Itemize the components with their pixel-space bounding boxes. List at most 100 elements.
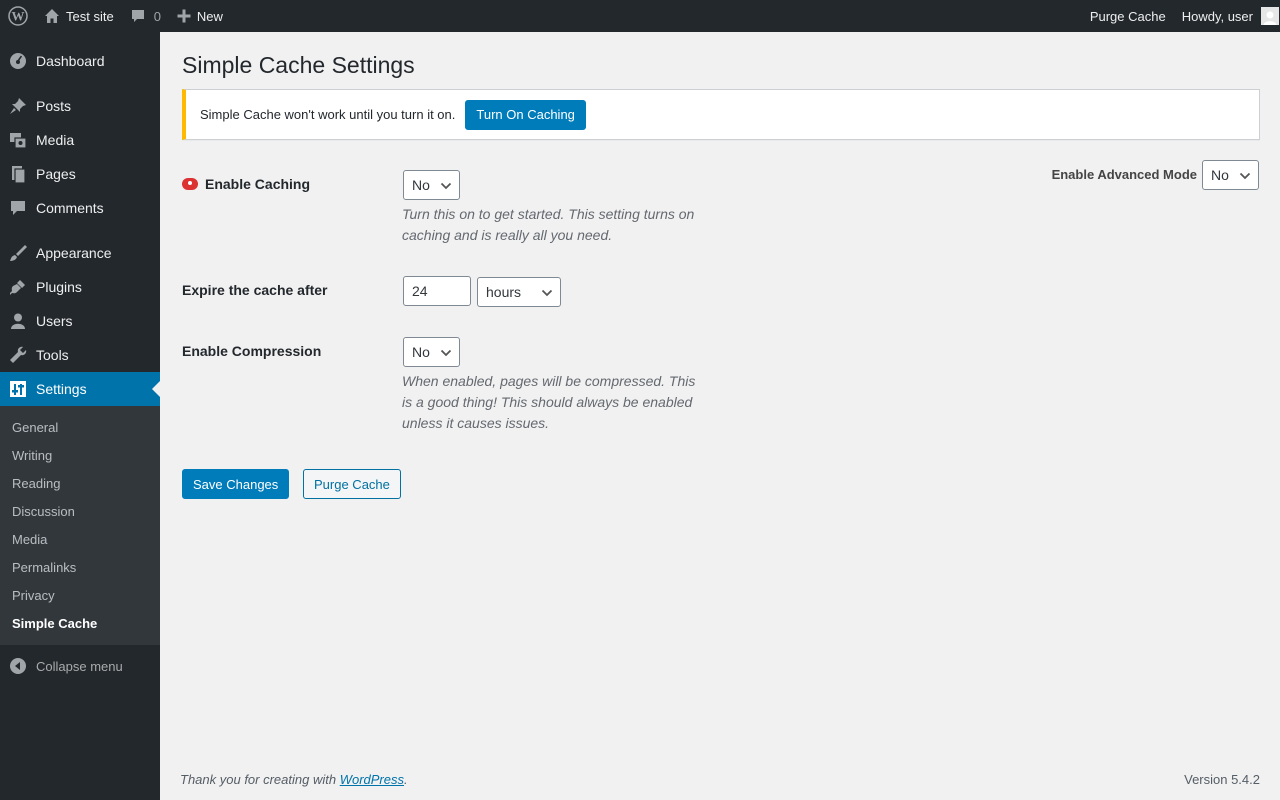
enable-caching-description: Turn this on to get started. This settin… [402, 204, 694, 246]
expire-unit-select[interactable]: hours [477, 277, 561, 307]
enable-caching-label: Enable Caching [205, 176, 311, 192]
advanced-mode-label: Enable Advanced Mode [1051, 167, 1197, 182]
warning-notice: Simple Cache won't work until you turn i… [182, 89, 1260, 140]
save-changes-button[interactable]: Save Changes [182, 469, 290, 499]
enable-caching-select[interactable]: No [403, 170, 460, 200]
settings-submenu: General Writing Reading Discussion Media… [0, 406, 160, 645]
pin-icon [8, 96, 28, 116]
site-name: Test site [66, 8, 114, 24]
menu-item-media[interactable]: Media [0, 123, 160, 157]
compression-desc-line: When enabled, pages will be compressed. … [402, 373, 696, 389]
admin-sidebar: Dashboard Posts Media Pages Comments App… [0, 32, 160, 800]
footer-thanks-prefix: Thank you for creating with [180, 772, 337, 787]
footer-thanks-suffix: . [404, 772, 408, 787]
new-content-link[interactable]: New [169, 0, 231, 32]
admin-bar: W Test site 0 New Purge Cache Howdy, use… [0, 0, 1280, 32]
menu-item-tools[interactable]: Tools [0, 338, 160, 372]
adminbar-purge-cache-link[interactable]: Purge Cache [1082, 0, 1174, 32]
pages-icon [8, 164, 28, 184]
wordpress-link[interactable]: WordPress [340, 772, 404, 787]
compression-value: No [412, 344, 430, 360]
expire-amount-value: 24 [412, 283, 428, 299]
compression-label: Enable Compression [182, 343, 322, 359]
home-icon [44, 8, 60, 24]
wordpress-logo-icon[interactable]: W [0, 0, 36, 32]
site-name-link[interactable]: Test site [36, 0, 122, 32]
compression-desc-line: is a good thing! This should always be e… [402, 394, 693, 410]
expire-amount-input[interactable]: 24 [403, 276, 471, 306]
purge-cache-button[interactable]: Purge Cache [303, 469, 401, 499]
advanced-mode-select[interactable]: No [1202, 160, 1259, 190]
comments-link[interactable]: 0 [122, 0, 169, 32]
menu-label-appearance: Appearance [36, 245, 112, 261]
adminbar-purge-label: Purge Cache [1089, 8, 1166, 24]
plug-icon [8, 277, 28, 297]
submenu-item-reading[interactable]: Reading [0, 469, 160, 497]
submenu-item-general[interactable]: General [0, 413, 160, 441]
menu-label-posts: Posts [36, 98, 72, 114]
user-icon [8, 311, 28, 331]
enable-caching-desc-line: Turn this on to get started. This settin… [402, 206, 695, 222]
collapse-label: Collapse menu [36, 658, 123, 674]
compression-row-label: Enable Compression [182, 343, 321, 359]
page-title: Simple Cache Settings [182, 52, 415, 78]
new-label: New [196, 8, 223, 24]
comment-icon [8, 198, 28, 218]
enable-caching-desc-line: caching and is really all you need. [402, 227, 613, 243]
media-icon [8, 130, 28, 150]
footer-thanks: Thank you for creating with WordPress. [180, 772, 408, 787]
expire-unit-value: hours [486, 284, 522, 300]
enable-caching-row-label: Enable Caching [182, 176, 310, 192]
menu-label-settings: Settings [36, 381, 87, 397]
comments-count: 0 [153, 8, 161, 24]
menu-label-users: Users [36, 313, 73, 329]
menu-label-comments: Comments [36, 200, 104, 216]
menu-label-dashboard: Dashboard [36, 53, 105, 69]
svg-text:W: W [12, 9, 25, 24]
expire-row-label: Expire the cache after [182, 282, 328, 298]
menu-item-dashboard[interactable]: Dashboard [0, 44, 160, 78]
menu-item-settings[interactable]: Settings [0, 372, 160, 406]
sliders-icon [8, 379, 28, 399]
menu-label-plugins: Plugins [36, 279, 82, 295]
compression-description: When enabled, pages will be compressed. … [402, 371, 695, 434]
menu-item-comments[interactable]: Comments [0, 191, 160, 225]
menu-label-pages: Pages [36, 166, 76, 182]
turn-on-caching-button[interactable]: Turn On Caching [465, 99, 586, 130]
advanced-mode-value: No [1211, 167, 1229, 183]
menu-item-posts[interactable]: Posts [0, 89, 160, 123]
menu-item-users[interactable]: Users [0, 304, 160, 338]
expire-label: Expire the cache after [182, 282, 328, 298]
submenu-item-discussion[interactable]: Discussion [0, 497, 160, 525]
submenu-item-permalinks[interactable]: Permalinks [0, 553, 160, 581]
submenu-item-privacy[interactable]: Privacy [0, 581, 160, 609]
menu-label-tools: Tools [36, 347, 69, 363]
version-text: Version 5.4.2 [1184, 772, 1260, 787]
dashboard-icon [8, 51, 28, 71]
chevron-down-icon [440, 180, 452, 192]
menu-item-appearance[interactable]: Appearance [0, 236, 160, 270]
status-off-icon [182, 178, 198, 190]
submenu-item-writing[interactable]: Writing [0, 441, 160, 469]
chevron-down-icon [440, 347, 452, 359]
enable-caching-value: No [412, 177, 430, 193]
notice-message: Simple Cache won't work until you turn i… [200, 107, 456, 122]
menu-item-plugins[interactable]: Plugins [0, 270, 160, 304]
avatar [1261, 7, 1279, 25]
compression-desc-line: unless it causes issues. [402, 415, 550, 431]
chevron-down-icon [1239, 170, 1251, 182]
collapse-arrow-icon [8, 656, 28, 676]
submenu-item-simple-cache[interactable]: Simple Cache [0, 609, 160, 637]
collapse-menu-button[interactable]: Collapse menu [0, 649, 160, 683]
howdy-text: Howdy, user [1181, 8, 1253, 24]
plus-icon [177, 9, 191, 23]
submenu-item-media[interactable]: Media [0, 525, 160, 553]
compression-select[interactable]: No [403, 337, 460, 367]
menu-label-media: Media [36, 132, 75, 148]
wrench-icon [8, 345, 28, 365]
menu-item-pages[interactable]: Pages [0, 157, 160, 191]
comment-bubble-icon [130, 8, 146, 24]
main-content: Simple Cache Settings Simple Cache won't… [160, 32, 1280, 800]
user-account-menu[interactable]: Howdy, user [1174, 0, 1280, 32]
brush-icon [8, 243, 28, 263]
